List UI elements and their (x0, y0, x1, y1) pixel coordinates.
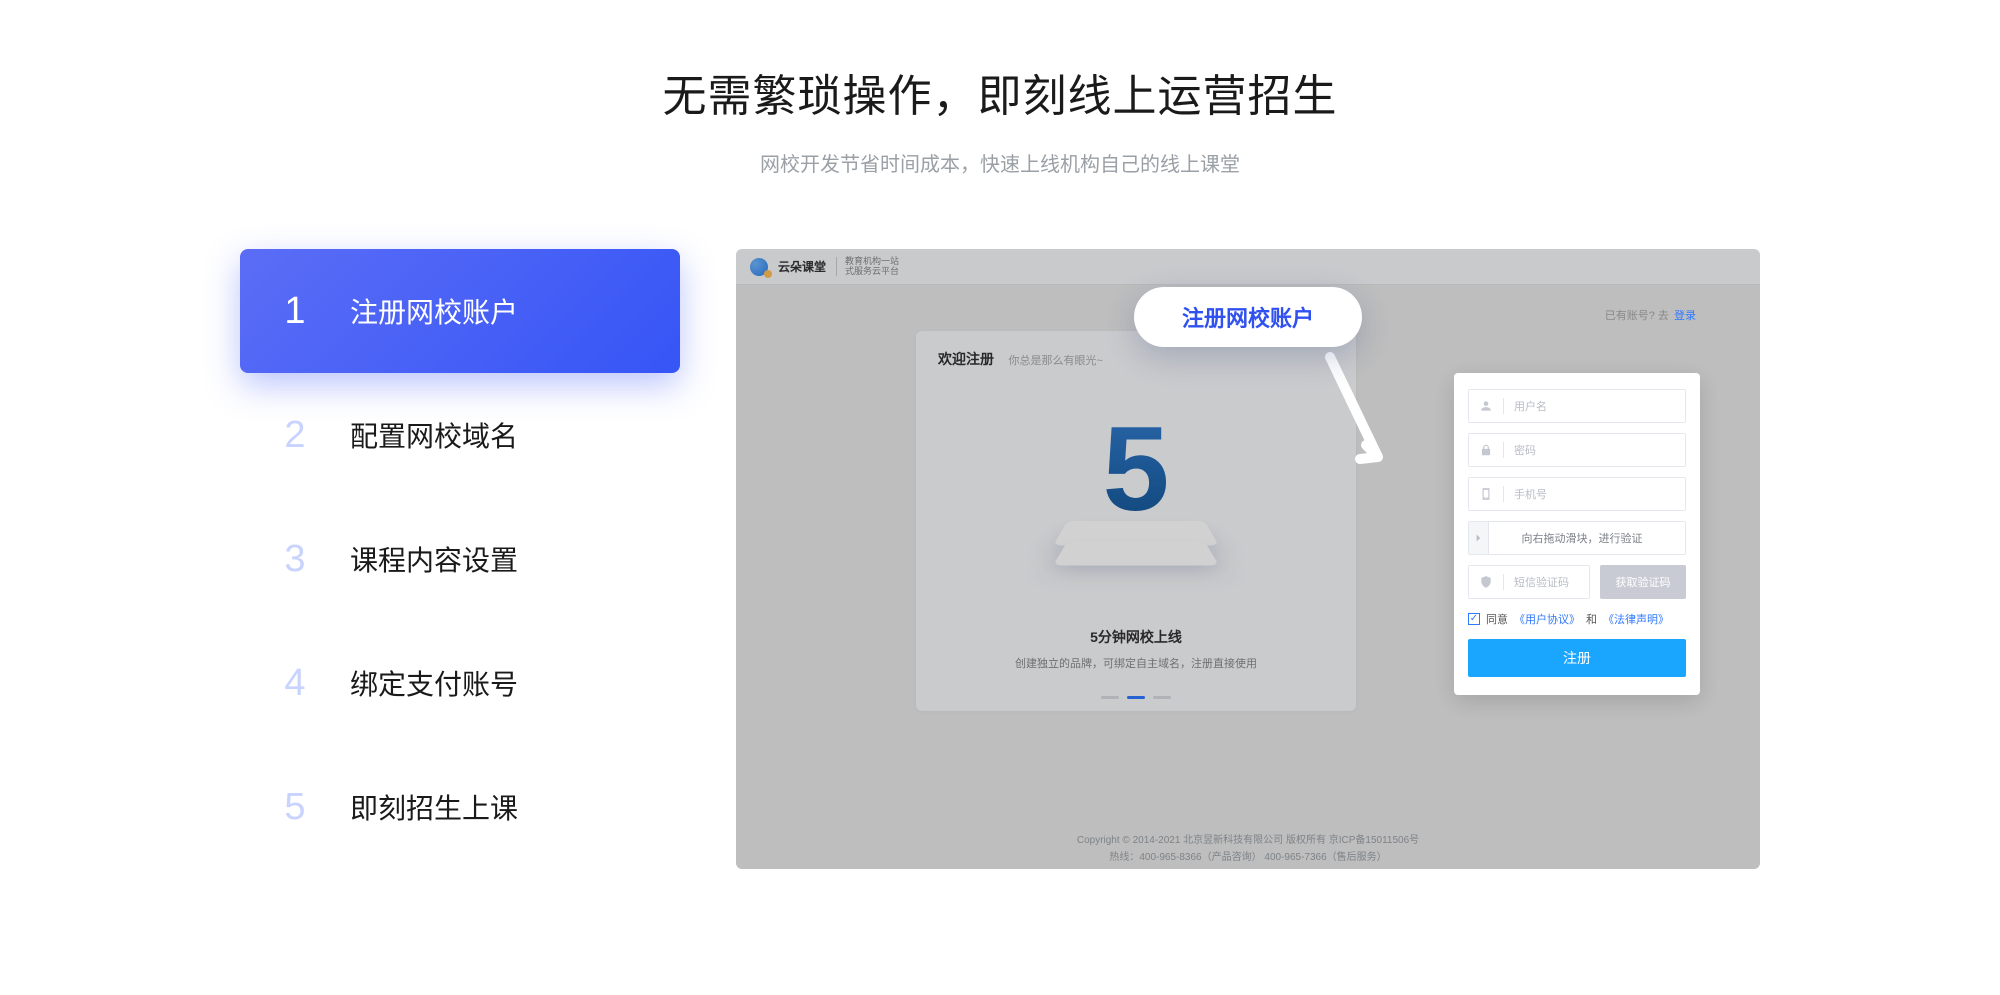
agree-prefix: 同意 (1486, 611, 1508, 627)
step-4[interactable]: 4 绑定支付账号 (240, 621, 680, 745)
logo-icon (750, 258, 768, 276)
step-5[interactable]: 5 即刻招生上课 (240, 745, 680, 869)
phone-placeholder: 手机号 (1514, 486, 1547, 502)
get-code-button[interactable]: 获取验证码 (1600, 565, 1686, 599)
login-hint-prefix: 已有账号? 去 (1605, 310, 1669, 322)
step-number: 4 (240, 662, 350, 705)
step-label: 配置网校域名 (350, 415, 518, 455)
password-placeholder: 密码 (1514, 442, 1536, 458)
login-link[interactable]: 登录 (1674, 310, 1696, 322)
footer-copyright: Copyright © 2014-2021 北京昱新科技有限公司 版权所有 京I… (1077, 831, 1419, 846)
agree-and: 和 (1586, 611, 1597, 627)
slider-captcha[interactable]: 向右拖动滑块，进行验证 (1468, 521, 1686, 555)
sms-code-placeholder: 短信验证码 (1514, 574, 1569, 590)
footer-hotline: 热线：400-965-8366（产品咨询） 400-965-7366（售后服务） (1109, 848, 1386, 863)
password-field[interactable]: 密码 (1468, 433, 1686, 467)
step-label: 即刻招生上课 (350, 787, 518, 827)
step-2[interactable]: 2 配置网校域名 (240, 373, 680, 497)
carousel-dots[interactable] (916, 696, 1356, 699)
phone-field[interactable]: 手机号 (1468, 477, 1686, 511)
big-figure: 5 (1103, 421, 1170, 517)
welcome-sub: 你总是那么有眼光~ (1008, 355, 1102, 367)
step-number: 3 (240, 538, 350, 581)
welcome-title: 欢迎注册 (938, 349, 994, 369)
username-field[interactable]: 用户名 (1468, 389, 1686, 423)
hero-graphic: 5 (1051, 421, 1221, 591)
user-icon (1479, 399, 1493, 413)
phone-icon (1479, 487, 1493, 501)
preview-footer: Copyright © 2014-2021 北京昱新科技有限公司 版权所有 京I… (736, 825, 1760, 869)
welcome-line1: 5分钟网校上线 (916, 627, 1356, 647)
login-hint: 已有账号? 去 登录 (1605, 307, 1696, 323)
user-agreement-link[interactable]: 《用户协议》 (1514, 611, 1580, 627)
steps-list: 1 注册网校账户 2 配置网校域名 3 课程内容设置 4 绑定支付账号 5 即刻… (240, 249, 680, 869)
preview-header: 云朵课堂 教育机构一站 式服务云平台 (736, 249, 1760, 285)
slider-handle-icon[interactable] (1469, 522, 1489, 554)
step-number: 2 (240, 414, 350, 457)
step-3[interactable]: 3 课程内容设置 (240, 497, 680, 621)
agree-row: ✓ 同意 《用户协议》 和 《法律声明》 (1468, 611, 1686, 627)
step-1[interactable]: 1 注册网校账户 (240, 249, 680, 373)
lock-icon (1479, 443, 1493, 457)
step-label: 课程内容设置 (350, 539, 518, 579)
welcome-card: 欢迎注册 你总是那么有眼光~ 5 5分钟网校上线 创建独立的品牌，可绑定自主域名… (916, 331, 1356, 711)
welcome-line2: 创建独立的品牌，可绑定自主域名，注册直接使用 (916, 655, 1356, 671)
agree-checkbox[interactable]: ✓ (1468, 613, 1480, 625)
sms-code-field[interactable]: 短信验证码 (1468, 565, 1590, 599)
register-form: 用户名 密码 手机号 (1454, 373, 1700, 695)
register-button[interactable]: 注册 (1468, 639, 1686, 677)
logo-text: 云朵课堂 (778, 258, 826, 275)
callout-arrow-icon (1320, 349, 1390, 469)
step-number: 1 (240, 290, 350, 333)
shield-icon (1479, 575, 1493, 589)
page-subtitle: 网校开发节省时间成本，快速上线机构自己的线上课堂 (760, 148, 1240, 177)
step-number: 5 (240, 786, 350, 829)
slider-placeholder: 向右拖动滑块，进行验证 (1489, 530, 1675, 546)
step-label: 注册网校账户 (350, 291, 518, 331)
legal-link[interactable]: 《法律声明》 (1603, 611, 1669, 627)
page-title: 无需繁琐操作，即刻线上运营招生 (663, 60, 1338, 124)
preview-panel: 云朵课堂 教育机构一站 式服务云平台 注册网校账户 已有账号? 去 登录 欢迎注… (736, 249, 1760, 869)
step-label: 绑定支付账号 (350, 663, 518, 703)
callout-bubble: 注册网校账户 (1134, 287, 1362, 347)
logo-tagline: 教育机构一站 式服务云平台 (836, 257, 899, 277)
username-placeholder: 用户名 (1514, 398, 1547, 414)
